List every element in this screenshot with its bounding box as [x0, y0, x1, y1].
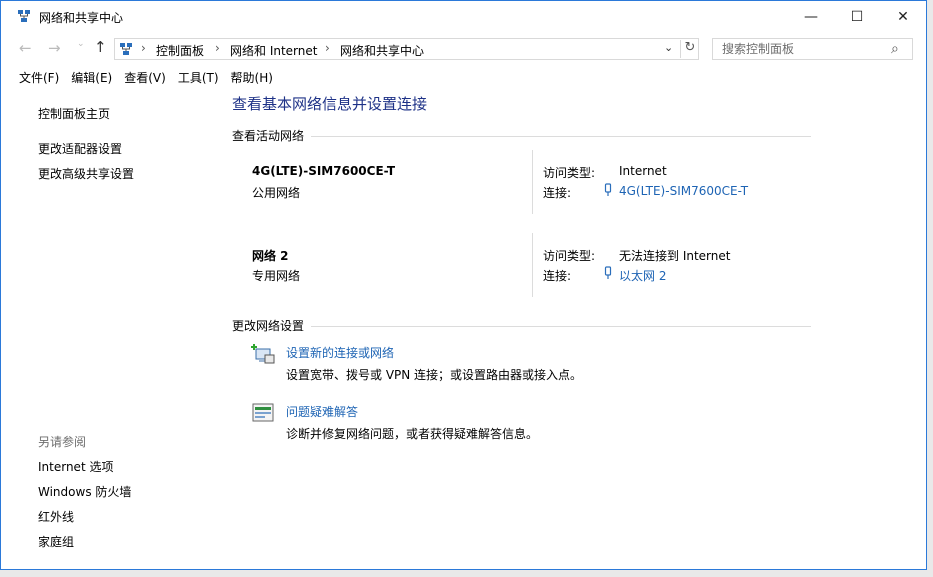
background-bottom — [0, 570, 933, 577]
set-up-connection-description: 设置宽带、拨号或 VPN 连接；或设置路由器或接入点。 — [286, 368, 583, 382]
sidebar-link-infrared[interactable]: 红外线 — [38, 508, 74, 525]
sidebar-link-internet-options[interactable]: Internet 选项 — [38, 458, 113, 475]
window-title: 网络和共享中心 — [39, 11, 124, 25]
connection-link-ethernet[interactable]: 以太网 2 — [619, 267, 666, 284]
access-type-label: 访问类型: — [543, 166, 596, 180]
menu-tools[interactable]: 工具(T) — [172, 67, 225, 89]
connections-label: 连接: — [543, 186, 572, 200]
connections-label: 连接: — [543, 269, 572, 283]
close-button[interactable]: ✕ — [880, 1, 926, 32]
forward-arrow-icon[interactable]: → — [48, 39, 61, 57]
set-up-connection-link[interactable]: 设置新的连接或网络 — [286, 344, 394, 361]
menu-edit[interactable]: 编辑(E) — [65, 67, 118, 89]
search-input[interactable] — [714, 40, 884, 58]
ethernet-icon — [604, 266, 612, 279]
troubleshoot-description: 诊断并修复网络问题，或者获得疑难解答信息。 — [286, 427, 539, 441]
sidebar-link-change-adapter-settings[interactable]: 更改适配器设置 — [38, 140, 122, 157]
vertical-divider — [532, 233, 533, 297]
search-icon[interactable]: ⌕ — [891, 41, 899, 57]
menu-bar: 文件(F) 编辑(E) 查看(V) 工具(T) 帮助(H) — [1, 67, 926, 89]
network-category: 专用网络 — [252, 269, 301, 283]
mobile-broadband-signal-icon — [604, 183, 612, 196]
sidebar-link-homegroup[interactable]: 家庭组 — [38, 533, 74, 550]
navigation-bar: ← → ⌄ ↑ › 控制面板 › 网络和 Internet › 网络和共享中心 … — [1, 34, 926, 62]
menu-help[interactable]: 帮助(H) — [225, 67, 279, 89]
network-name: 4G(LTE)-SIM7600CE-T — [252, 164, 396, 178]
access-type-value: 无法连接到 Internet — [619, 249, 731, 263]
title-bar[interactable]: 网络和共享中心 — ☐ ✕ — [1, 1, 926, 32]
network-sharing-center-window: 网络和共享中心 — ☐ ✕ ← → ⌄ ↑ › 控制面板 › 网络和 Inter… — [0, 0, 927, 570]
troubleshoot-icon — [252, 403, 274, 422]
menu-view[interactable]: 查看(V) — [118, 67, 172, 89]
see-also-heading: 另请参阅 — [38, 435, 87, 449]
breadcrumb-separator-icon[interactable]: › — [325, 41, 330, 55]
new-connection-icon — [251, 344, 275, 364]
section-divider — [311, 136, 811, 137]
breadcrumb-separator-icon[interactable]: › — [141, 41, 146, 55]
breadcrumb-control-panel[interactable]: 控制面板 — [156, 42, 204, 59]
breadcrumb-network-sharing-center[interactable]: 网络和共享中心 — [340, 42, 424, 59]
refresh-icon[interactable]: ↻ — [680, 40, 699, 58]
network-category: 公用网络 — [252, 186, 301, 200]
main-content: 查看基本网络信息并设置连接 查看活动网络 4G(LTE)-SIM7600CE-T… — [221, 89, 921, 569]
recent-locations-chevron-icon[interactable]: ⌄ — [77, 39, 85, 49]
access-type-label: 访问类型: — [543, 249, 596, 263]
search-box[interactable]: ⌕ — [712, 38, 913, 60]
breadcrumb-separator-icon[interactable]: › — [215, 41, 220, 55]
network-center-icon — [18, 10, 30, 22]
section-divider — [311, 326, 811, 327]
breadcrumb-network-internet[interactable]: 网络和 Internet — [230, 42, 317, 59]
active-networks-header: 查看活动网络 — [232, 129, 305, 143]
network-name: 网络 2 — [252, 249, 289, 263]
connection-link-4g[interactable]: 4G(LTE)-SIM7600CE-T — [619, 184, 748, 198]
troubleshoot-link[interactable]: 问题疑难解答 — [286, 403, 358, 420]
back-arrow-icon[interactable]: ← — [19, 39, 32, 57]
up-arrow-icon[interactable]: ↑ — [94, 38, 107, 56]
vertical-divider — [532, 150, 533, 214]
sidebar-link-control-panel-home[interactable]: 控制面板主页 — [38, 105, 110, 122]
left-navigation-pane: 控制面板主页 更改适配器设置 更改高级共享设置 另请参阅 Internet 选项… — [1, 91, 221, 569]
sidebar-link-windows-firewall[interactable]: Windows 防火墙 — [38, 483, 131, 500]
page-title: 查看基本网络信息并设置连接 — [232, 95, 428, 113]
address-dropdown-chevron-icon[interactable]: ⌄ — [664, 41, 673, 54]
access-type-value: Internet — [619, 164, 667, 178]
change-settings-header: 更改网络设置 — [232, 319, 305, 333]
menu-file[interactable]: 文件(F) — [13, 67, 65, 89]
maximize-button[interactable]: ☐ — [834, 1, 880, 32]
background-edge — [927, 0, 933, 577]
sidebar-link-change-advanced-sharing[interactable]: 更改高级共享设置 — [38, 165, 134, 182]
address-bar[interactable]: › 控制面板 › 网络和 Internet › 网络和共享中心 ⌄ ↻ — [114, 38, 699, 60]
control-panel-icon — [120, 43, 132, 55]
minimize-button[interactable]: — — [788, 1, 834, 32]
